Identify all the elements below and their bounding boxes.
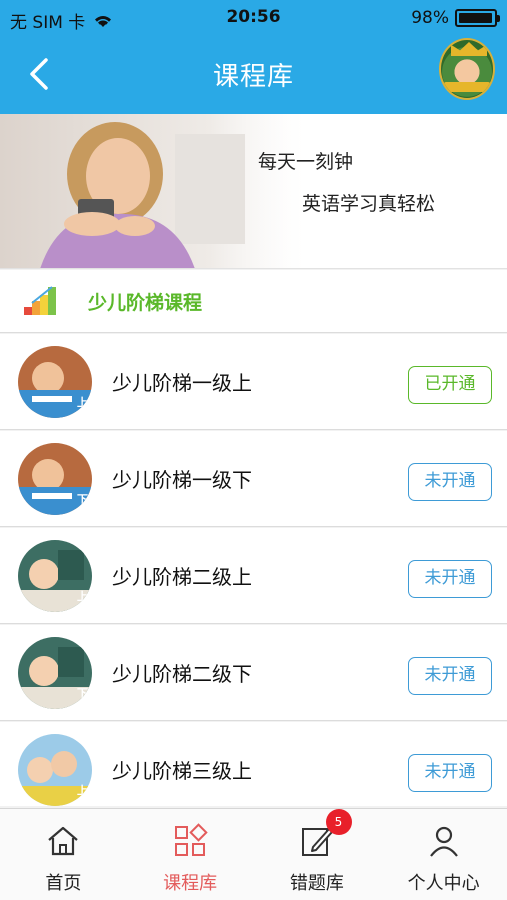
battery-percent: 98%	[411, 8, 449, 28]
nav-bar: 课程库	[0, 36, 507, 114]
crown-icon	[451, 42, 487, 56]
course-row[interactable]: 下 少儿阶梯一级下 未开通	[0, 431, 507, 527]
tab-label: 首页	[45, 873, 82, 894]
course-tag: 上	[77, 784, 88, 797]
status-right: 98%	[411, 8, 500, 28]
home-icon	[48, 826, 79, 856]
course-status-button[interactable]: 未开通	[408, 463, 492, 501]
course-name: 少儿阶梯一级下	[112, 468, 252, 492]
course-tag: 上	[77, 590, 88, 603]
course-name: 少儿阶梯一级上	[112, 371, 252, 395]
banner-girl-image	[0, 114, 300, 268]
banner-line-2: 英语学习真轻松	[302, 193, 436, 215]
avatar-ribbon	[443, 82, 491, 92]
tab-home[interactable]: 首页	[0, 809, 127, 900]
person-icon	[429, 826, 458, 857]
tab-label: 课程库	[163, 873, 218, 894]
course-status-button[interactable]: 未开通	[408, 657, 492, 695]
tab-course-library[interactable]: 课程库	[127, 809, 254, 900]
course-thumbnail: 上	[18, 540, 92, 612]
tab-profile[interactable]: 个人中心	[380, 809, 507, 900]
tab-label: 个人中心	[407, 873, 480, 894]
page-title: 课程库	[212, 62, 294, 92]
section-header: 少儿阶梯课程	[0, 270, 507, 333]
promo-banner[interactable]: 每天一刻钟 英语学习真轻松	[0, 114, 507, 269]
course-list: 上 少儿阶梯一级上 已开通 下 少儿阶梯一级下 未开通 上 少儿阶梯二级上 未开…	[0, 334, 507, 806]
course-name: 少儿阶梯二级上	[112, 565, 252, 589]
course-thumbnail: 上	[18, 734, 92, 806]
course-thumbnail: 下	[18, 637, 92, 709]
course-row[interactable]: 下 少儿阶梯二级下 未开通	[0, 625, 507, 721]
ladder-chart-icon	[24, 286, 56, 315]
course-status-button[interactable]: 已开通	[408, 366, 492, 404]
tab-mistakes[interactable]: 5 错题库	[254, 809, 381, 900]
course-row[interactable]: 上 少儿阶梯一级上 已开通	[0, 334, 507, 430]
grid-icon	[175, 823, 208, 856]
battery-icon	[455, 9, 500, 27]
course-tag: 下	[77, 493, 88, 506]
tab-label: 错题库	[289, 873, 344, 894]
user-avatar[interactable]	[439, 38, 495, 100]
banner-line-1: 每天一刻钟	[258, 151, 354, 173]
course-name: 少儿阶梯二级下	[112, 662, 252, 686]
mistake-count-badge: 5	[325, 809, 352, 835]
course-name: 少儿阶梯三级上	[112, 759, 252, 783]
course-status-button[interactable]: 未开通	[408, 560, 492, 598]
course-tag: 下	[77, 687, 88, 700]
course-thumbnail: 下	[18, 443, 92, 515]
course-thumbnail: 上	[18, 346, 92, 418]
course-row[interactable]: 上 少儿阶梯三级上 未开通	[0, 722, 507, 806]
course-tag: 上	[77, 396, 88, 409]
course-row[interactable]: 上 少儿阶梯二级上 未开通	[0, 528, 507, 624]
tab-bar: 首页 课程库 5 错题库 个人中心	[0, 808, 507, 900]
section-title: 少儿阶梯课程	[88, 292, 203, 314]
course-status-button[interactable]: 未开通	[408, 754, 492, 792]
status-bar: 无 SIM 卡 20:56 98%	[0, 0, 507, 36]
